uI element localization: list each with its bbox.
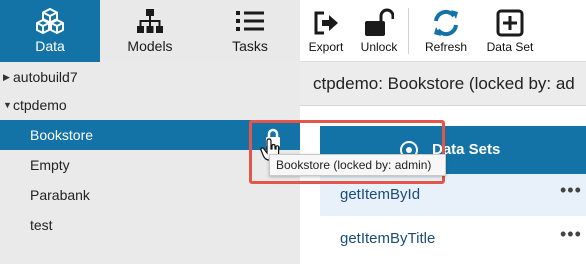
nav-tabs: Data Models Tasks bbox=[0, 0, 300, 62]
main-header: ctpdemo: Bookstore (locked by: ad bbox=[300, 62, 586, 106]
unlock-button[interactable]: Unlock bbox=[354, 0, 404, 62]
tree-item-test[interactable]: test bbox=[0, 210, 300, 240]
refresh-button[interactable]: Refresh bbox=[418, 0, 474, 62]
tree-item-parabank[interactable]: Parabank bbox=[0, 180, 300, 210]
tab-tasks[interactable]: Tasks bbox=[200, 0, 300, 62]
tooltip-text: Bookstore (locked by: admin) bbox=[276, 158, 432, 172]
dataset-name[interactable]: getItemById bbox=[340, 186, 420, 203]
more-icon[interactable]: ••• bbox=[560, 180, 582, 201]
plus-square-icon bbox=[496, 8, 524, 38]
export-label: Export bbox=[308, 40, 344, 54]
tree-item-label: Parabank bbox=[30, 187, 90, 203]
tab-models[interactable]: Models bbox=[100, 0, 200, 62]
refresh-label: Refresh bbox=[424, 40, 468, 54]
tree-item-ctpdemo[interactable]: ▼ ctpdemo bbox=[0, 90, 300, 120]
caret-right-icon[interactable]: ▶ bbox=[3, 72, 13, 83]
dataset-row[interactable]: getItemByTitle ••• bbox=[320, 218, 586, 260]
unlock-label: Unlock bbox=[360, 40, 398, 54]
top-bar: Data Models Tasks Export Unlock Refresh … bbox=[0, 0, 586, 62]
tree-item-autobuild7[interactable]: ▶ autobuild7 bbox=[0, 62, 300, 92]
add-dataset-button[interactable]: Data Set bbox=[480, 0, 540, 62]
tree-item-label: Bookstore bbox=[30, 127, 94, 143]
tree-item-label: autobuild7 bbox=[13, 69, 78, 85]
tab-models-label: Models bbox=[127, 38, 173, 54]
toolbar: Export Unlock Refresh Data Set bbox=[300, 0, 586, 62]
tree-item-label: Empty bbox=[30, 157, 70, 173]
cubes-icon bbox=[35, 7, 65, 35]
caret-down-icon[interactable]: ▼ bbox=[3, 100, 13, 110]
dataset-name[interactable]: getItemByTitle bbox=[340, 230, 435, 247]
tab-data[interactable]: Data bbox=[0, 0, 100, 62]
export-icon bbox=[312, 8, 340, 38]
page-title: ctpdemo: Bookstore (locked by: ad bbox=[313, 74, 575, 93]
unlock-icon bbox=[364, 8, 394, 38]
tab-data-label: Data bbox=[35, 38, 65, 54]
more-icon[interactable]: ••• bbox=[560, 224, 582, 245]
dataset-label: Data Set bbox=[486, 40, 534, 54]
tab-tasks-label: Tasks bbox=[232, 38, 268, 54]
tree-item-label: ctpdemo bbox=[13, 97, 67, 113]
tooltip: Bookstore (locked by: admin) bbox=[269, 154, 446, 176]
export-button[interactable]: Export bbox=[302, 0, 350, 62]
refresh-icon bbox=[431, 8, 461, 38]
toolbar-divider bbox=[408, 8, 409, 54]
list-icon bbox=[235, 7, 265, 35]
tree-item-label: test bbox=[30, 217, 53, 233]
hierarchy-icon bbox=[136, 7, 164, 35]
